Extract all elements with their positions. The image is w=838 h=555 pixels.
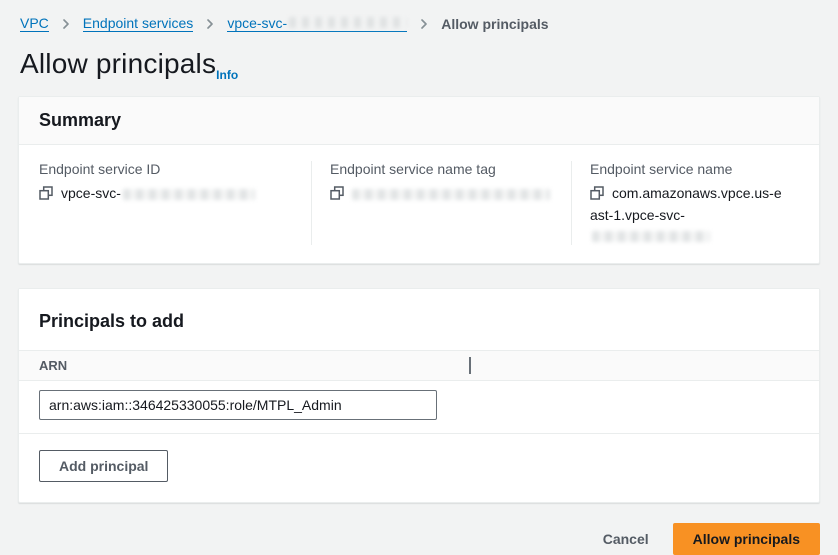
field-label: Endpoint service name xyxy=(590,161,783,177)
info-link[interactable]: Info xyxy=(216,68,238,82)
breadcrumb-endpoint-service-id-label: vpce-svc- xyxy=(227,15,287,31)
summary-title: Summary xyxy=(39,110,121,130)
field-value: com.amazonaws.vpce.us-east-1.vpce-svc- xyxy=(590,183,783,245)
summary-body: Endpoint service ID vpce-svc- Endpoint s… xyxy=(19,145,819,263)
chevron-right-icon xyxy=(419,18,429,30)
page-title: Allow principals xyxy=(20,48,216,80)
breadcrumb-endpoint-service-id[interactable]: vpce-svc- xyxy=(227,15,407,32)
redacted-text xyxy=(123,189,255,200)
summary-card-header: Summary xyxy=(19,97,819,145)
arn-input-row xyxy=(19,381,819,433)
redacted-text xyxy=(592,231,710,242)
field-label: Endpoint service ID xyxy=(39,161,295,177)
breadcrumb-endpoint-services[interactable]: Endpoint services xyxy=(83,15,194,32)
field-value xyxy=(330,183,555,205)
principals-card: Principals to add ARN Add principal xyxy=(18,288,820,503)
field-value-text: com.amazonaws.vpce.us-east-1.vpce-svc- xyxy=(590,185,782,223)
chevron-right-icon xyxy=(61,18,71,30)
allow-principals-button[interactable]: Allow principals xyxy=(673,523,820,555)
field-value: vpce-svc- xyxy=(39,183,295,205)
principals-card-header: Principals to add xyxy=(19,289,819,350)
add-principal-button[interactable]: Add principal xyxy=(39,450,168,482)
title-row: Allow principalsInfo xyxy=(0,42,838,96)
arn-column-header: ARN xyxy=(39,358,67,373)
copy-icon[interactable] xyxy=(330,185,344,205)
summary-field-endpoint-service-name: Endpoint service name com.amazonaws.vpce… xyxy=(571,161,799,245)
summary-field-endpoint-service-name-tag: Endpoint service name tag xyxy=(311,161,571,245)
cancel-button[interactable]: Cancel xyxy=(603,531,649,547)
footer-actions: Cancel Allow principals xyxy=(0,503,838,555)
arn-input[interactable] xyxy=(39,390,437,420)
field-value-text: vpce-svc- xyxy=(61,185,121,201)
arn-column-header-row: ARN xyxy=(19,350,819,381)
breadcrumb-current: Allow principals xyxy=(441,16,548,32)
breadcrumb-vpc[interactable]: VPC xyxy=(20,15,49,32)
add-principal-row: Add principal xyxy=(19,433,819,502)
redacted-text xyxy=(352,189,550,200)
copy-icon[interactable] xyxy=(590,185,604,205)
field-label: Endpoint service name tag xyxy=(330,161,555,177)
breadcrumb: VPC Endpoint services vpce-svc- Allow pr… xyxy=(0,0,838,42)
summary-card: Summary Endpoint service ID vpce-svc- En… xyxy=(18,96,820,264)
column-resize-handle[interactable] xyxy=(469,357,471,374)
redacted-text xyxy=(289,17,407,28)
principals-title: Principals to add xyxy=(39,311,184,331)
summary-field-endpoint-service-id: Endpoint service ID vpce-svc- xyxy=(39,161,311,245)
chevron-right-icon xyxy=(205,18,215,30)
copy-icon[interactable] xyxy=(39,185,53,205)
allow-principals-page: VPC Endpoint services vpce-svc- Allow pr… xyxy=(0,0,838,534)
